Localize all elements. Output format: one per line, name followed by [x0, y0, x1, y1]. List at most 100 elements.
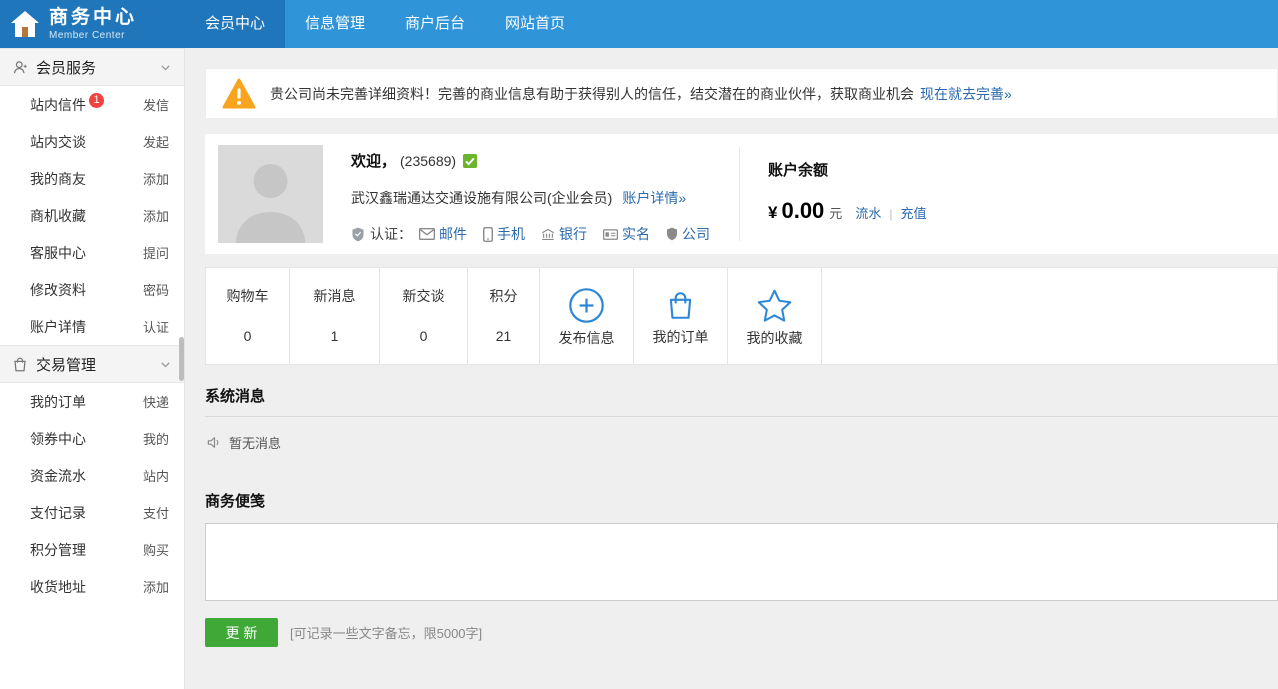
- action-publish-info[interactable]: 发布信息: [540, 268, 634, 364]
- logo-title: 商务中心: [49, 7, 137, 29]
- sidebar-item-label: 支付记录: [30, 503, 86, 523]
- sidebar-item-label: 客服中心: [30, 243, 86, 263]
- sidebar-item-support[interactable]: 客服中心 提问: [0, 234, 184, 271]
- complete-profile-link[interactable]: 现在就去完善»: [920, 84, 1012, 104]
- stat-label: 购物车: [227, 289, 269, 303]
- balance-unit: 元: [829, 203, 842, 222]
- tab-merchant-backend[interactable]: 商户后台: [385, 0, 485, 48]
- sidebar-item-action[interactable]: 密码: [143, 280, 169, 299]
- sidebar: 会员服务 站内信件 1 发信 站内交谈 发起 我的商友 添加 商机收藏 添加 客…: [0, 48, 185, 689]
- warning-icon: [222, 78, 256, 109]
- sidebar-item-edit-profile[interactable]: 修改资料 密码: [0, 271, 184, 308]
- update-button[interactable]: 更 新: [205, 618, 278, 647]
- sidebar-item-action[interactable]: 发起: [143, 132, 169, 151]
- action-my-orders[interactable]: 我的订单: [634, 268, 728, 364]
- memo-section: 商务便笺 更 新 [可记录一些文字备忘，限5000字]: [205, 490, 1278, 647]
- memo-textarea[interactable]: [205, 523, 1278, 601]
- sidebar-item-account-details[interactable]: 账户详情 认证: [0, 308, 184, 345]
- tab-site-home[interactable]: 网站首页: [485, 0, 585, 48]
- recharge-link[interactable]: 充值: [900, 203, 926, 222]
- sidebar-scrollbar[interactable]: [179, 337, 184, 381]
- sidebar-item-action[interactable]: 添加: [143, 577, 169, 596]
- sidebar-item-action[interactable]: 添加: [143, 169, 169, 188]
- sidebar-section-trade-management[interactable]: 交易管理: [0, 345, 184, 383]
- sidebar-item-action[interactable]: 我的: [143, 429, 169, 448]
- flow-link[interactable]: 流水: [855, 203, 881, 222]
- sidebar-section-title: 会员服务: [36, 57, 159, 78]
- main-content: 贵公司尚未完善详细资料！完善的商业信息有助于获得别人的信任，结交潜在的商业伙伴，…: [205, 48, 1278, 689]
- sidebar-item-action[interactable]: 站内: [143, 466, 169, 485]
- star-icon: [756, 288, 793, 324]
- sidebar-item-label: 商机收藏: [30, 206, 86, 226]
- user-icon: [12, 60, 28, 75]
- balance-row: ¥ 0.00 元 流水 | 充值: [768, 198, 926, 224]
- phone-icon: [483, 227, 493, 242]
- memo-actions: 更 新 [可记录一些文字备忘，限5000字]: [205, 618, 1278, 647]
- unread-badge: 1: [89, 93, 104, 108]
- company-shield-icon: [666, 227, 678, 241]
- stat-new-messages[interactable]: 新消息 1: [290, 268, 380, 364]
- cert-link-mail[interactable]: 邮件: [439, 224, 467, 244]
- sidebar-item-opportunity-favorites[interactable]: 商机收藏 添加: [0, 197, 184, 234]
- avatar: [218, 145, 323, 243]
- welcome-line: 欢迎， (235689): [351, 150, 739, 171]
- welcome-label: 欢迎，: [351, 150, 396, 171]
- account-detail-link[interactable]: 账户详情»: [622, 188, 686, 208]
- cert-link-realname[interactable]: 实名: [622, 224, 650, 244]
- cert-link-phone[interactable]: 手机: [497, 224, 525, 244]
- chevron-down-icon: [159, 358, 172, 371]
- stat-points[interactable]: 积分 21: [468, 268, 540, 364]
- sidebar-item-payment-records[interactable]: 支付记录 支付: [0, 494, 184, 531]
- sidebar-item-shipping-address[interactable]: 收货地址 添加: [0, 568, 184, 605]
- sidebar-item-action[interactable]: 快递: [143, 392, 169, 411]
- currency-symbol: ¥: [768, 203, 777, 223]
- sidebar-item-messages[interactable]: 站内信件 1 发信: [0, 86, 184, 123]
- home-icon: [10, 10, 40, 38]
- sidebar-item-orders[interactable]: 我的订单 快递: [0, 383, 184, 420]
- stat-value: 21: [496, 329, 512, 343]
- sidebar-item-action[interactable]: 购买: [143, 540, 169, 559]
- sidebar-item-points[interactable]: 积分管理 购买: [0, 531, 184, 568]
- bank-icon: [541, 228, 555, 241]
- profile-info: 欢迎， (235689) 武汉鑫瑞通达交通设施有限公司(企业会员) 账户详情» …: [351, 145, 739, 243]
- sidebar-item-chat[interactable]: 站内交谈 发起: [0, 123, 184, 160]
- cert-link-company[interactable]: 公司: [682, 224, 710, 244]
- stat-value: 0: [244, 329, 252, 343]
- stat-cart[interactable]: 购物车 0: [206, 268, 290, 364]
- action-label: 发布信息: [559, 331, 615, 345]
- memo-title: 商务便笺: [205, 490, 1278, 523]
- sidebar-item-coupons[interactable]: 领券中心 我的: [0, 420, 184, 457]
- stat-label: 积分: [490, 289, 518, 303]
- sidebar-item-label: 收货地址: [30, 577, 86, 597]
- action-my-favorites[interactable]: 我的收藏: [728, 268, 822, 364]
- notice-banner: 贵公司尚未完善详细资料！完善的商业信息有助于获得别人的信任，结交潜在的商业伙伴，…: [205, 68, 1278, 119]
- sidebar-item-action[interactable]: 认证: [143, 317, 169, 336]
- sidebar-item-label: 站内交谈: [30, 132, 86, 152]
- sidebar-item-label: 修改资料: [30, 280, 86, 300]
- mail-icon: [419, 228, 435, 240]
- stat-value: 0: [420, 329, 428, 343]
- sidebar-section-title: 交易管理: [36, 354, 159, 375]
- sidebar-item-action[interactable]: 发信: [143, 95, 169, 114]
- app-logo[interactable]: 商务中心 Member Center: [0, 0, 185, 48]
- separator: |: [889, 207, 892, 221]
- sidebar-item-funds-flow[interactable]: 资金流水 站内: [0, 457, 184, 494]
- cert-link-bank[interactable]: 银行: [559, 224, 587, 244]
- sidebar-item-action[interactable]: 提问: [143, 243, 169, 262]
- stat-label: 新交谈: [403, 289, 445, 303]
- empty-message-text: 暂无消息: [229, 433, 281, 452]
- sidebar-item-friends[interactable]: 我的商友 添加: [0, 160, 184, 197]
- bag-icon: [663, 288, 698, 323]
- tab-member-center[interactable]: 会员中心: [185, 0, 285, 48]
- sidebar-item-action[interactable]: 添加: [143, 206, 169, 225]
- sidebar-section-member-services[interactable]: 会员服务: [0, 48, 184, 86]
- tab-info-management[interactable]: 信息管理: [285, 0, 385, 48]
- logo-text: 商务中心 Member Center: [49, 7, 137, 41]
- stat-value: 1: [331, 329, 339, 343]
- shield-icon: [351, 227, 365, 242]
- stat-new-chats[interactable]: 新交谈 0: [380, 268, 468, 364]
- sidebar-item-action[interactable]: 支付: [143, 503, 169, 522]
- company-line: 武汉鑫瑞通达交通设施有限公司(企业会员) 账户详情»: [351, 188, 739, 208]
- circle-plus-icon: [568, 287, 605, 324]
- top-nav: 会员中心 信息管理 商户后台 网站首页: [185, 0, 585, 48]
